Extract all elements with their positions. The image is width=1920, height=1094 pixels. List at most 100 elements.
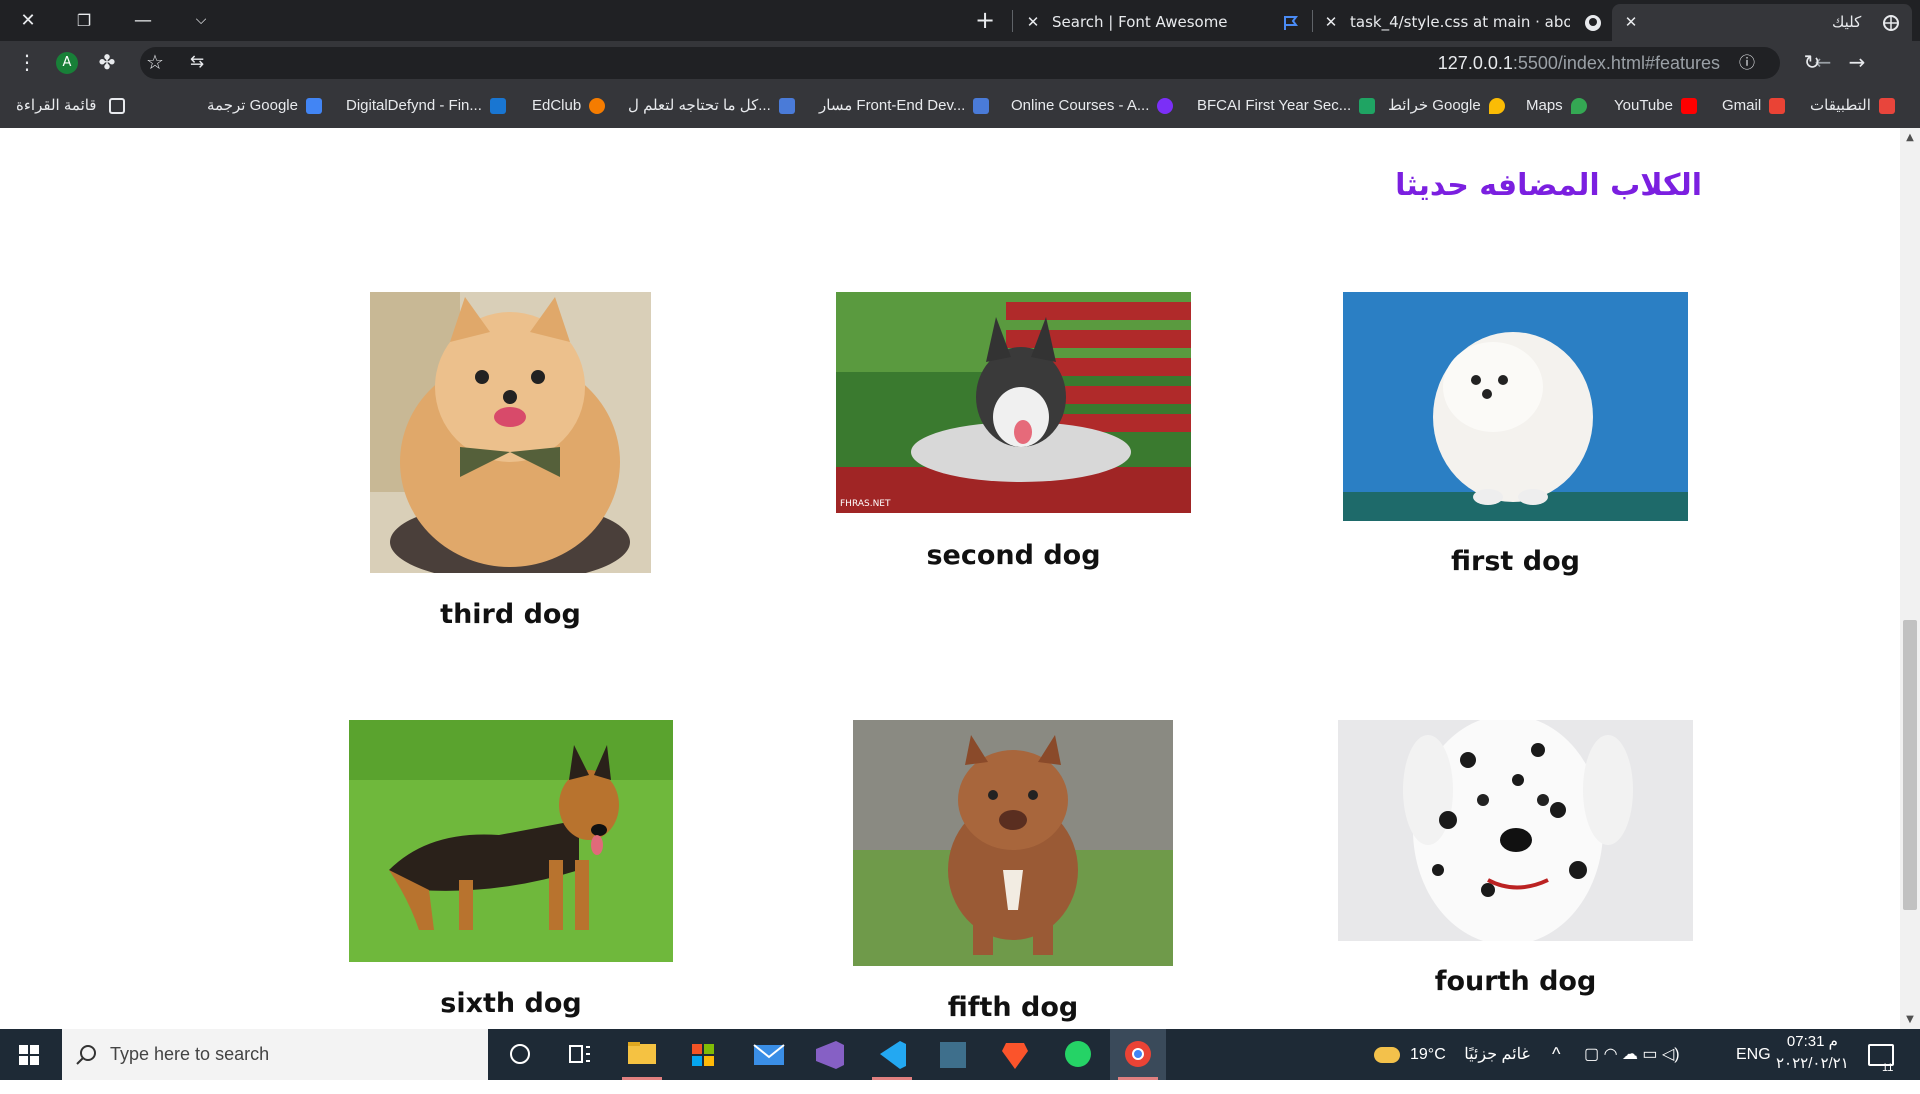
tab-font-awesome[interactable]: ✕ Search | Font Awesome xyxy=(1022,4,1306,41)
star-icon[interactable]: ☆ xyxy=(138,41,172,84)
file-explorer-app[interactable] xyxy=(614,1029,670,1080)
close-tab-icon[interactable]: ✕ xyxy=(1320,4,1342,41)
bookmark-label: BFCAI First Year Sec... xyxy=(1197,97,1352,114)
bookmark-label: Maps xyxy=(1526,97,1563,114)
weather-widget[interactable]: 19°C غائم جزئيًا xyxy=(1374,1029,1530,1080)
tab-title: Search | Font Awesome xyxy=(1052,13,1228,31)
maps-pin-icon xyxy=(1488,98,1505,115)
microsoft-store-app[interactable] xyxy=(676,1029,732,1080)
youtube-icon xyxy=(1680,98,1697,115)
maps-pin-icon xyxy=(1570,98,1587,115)
chrome-app[interactable] xyxy=(1110,1029,1166,1080)
bookmark-digitaldefynd[interactable]: DigitalDefynd - Fin... xyxy=(346,84,506,128)
visual-studio-app[interactable] xyxy=(802,1029,858,1080)
extensions-icon[interactable]: ✤ xyxy=(90,41,124,84)
first-dog-image xyxy=(1343,292,1688,521)
weather-text: غائم جزئيًا xyxy=(1464,1046,1530,1063)
database-app[interactable] xyxy=(926,1029,982,1080)
e-icon xyxy=(778,98,795,115)
bookmark-gmail[interactable]: Gmail xyxy=(1722,84,1786,128)
url-path: :5500/index.html#features xyxy=(1512,53,1720,73)
windows-icon xyxy=(19,1045,39,1065)
bookmark-label: Gmail xyxy=(1722,97,1762,114)
reload-icon[interactable]: ↻ xyxy=(1795,41,1829,84)
reading-list-label: قائمة القراءة xyxy=(16,97,97,114)
bookmark-maps[interactable]: Maps xyxy=(1526,84,1587,128)
weather-icon xyxy=(1374,1046,1400,1063)
bookmark-label: ترجمة Google xyxy=(207,97,298,114)
e-icon xyxy=(973,98,990,115)
fifth-dog-caption: fifth dog xyxy=(947,992,1079,1023)
tab-title: task_4/style.css at main · abo7ad xyxy=(1350,13,1570,31)
scroll-up-arrow[interactable]: ▲ xyxy=(1900,130,1920,146)
restore-icon[interactable]: ❐ xyxy=(66,0,102,41)
forward-icon[interactable]: → xyxy=(1840,41,1874,84)
minimize-icon[interactable]: — xyxy=(125,0,161,41)
whatsapp-app[interactable] xyxy=(1050,1029,1106,1080)
scrollbar-thumb[interactable] xyxy=(1903,620,1917,910)
bookmark-learn[interactable]: كل ما تحتاجه لتعلم ل... xyxy=(628,84,795,128)
scroll-down-arrow[interactable]: ▼ xyxy=(1900,1012,1920,1028)
share-icon[interactable]: ⇆ xyxy=(180,41,214,84)
address-bar[interactable]: ☆ ⇆ 127.0.0.1:5500/index.html#features ⓘ xyxy=(140,47,1780,79)
mail-app[interactable] xyxy=(742,1029,798,1080)
bookmark-translate[interactable]: ترجمة Google xyxy=(207,84,322,128)
apps-grid-icon xyxy=(1878,98,1895,115)
brave-app[interactable] xyxy=(988,1029,1044,1080)
edclub-icon xyxy=(589,98,606,115)
bookmark-online-courses[interactable]: Online Courses - A... xyxy=(1011,84,1174,128)
bookmark-edclub[interactable]: EdClub xyxy=(532,84,606,128)
task-view-button[interactable] xyxy=(552,1029,608,1080)
bookmark-label: YouTube xyxy=(1614,97,1673,114)
clock-time: 07:31 م xyxy=(1786,1033,1838,1050)
notification-count: 11 xyxy=(1882,1062,1894,1074)
second-dog-image: FHRAS.NET xyxy=(836,292,1191,513)
close-window-icon[interactable]: ✕ xyxy=(10,0,46,41)
gmail-icon xyxy=(1769,98,1786,115)
bookmark-bfcai[interactable]: BFCAI First Year Sec... xyxy=(1197,84,1376,128)
clock-date: ٢٠٢٢/٠٢/٢١ xyxy=(1776,1055,1849,1072)
udemy-icon xyxy=(1157,98,1174,115)
bookmark-label: التطبيقات xyxy=(1810,97,1871,114)
close-tab-icon[interactable]: ✕ xyxy=(1620,4,1642,41)
dd-icon xyxy=(489,98,506,115)
search-placeholder: Type here to search xyxy=(110,1044,270,1064)
vscode-app[interactable] xyxy=(864,1029,920,1080)
menu-icon[interactable]: ⋮ xyxy=(10,41,44,84)
bookmark-frontend[interactable]: مسار Front-End Dev... xyxy=(819,84,990,128)
second-dog-caption: second dog xyxy=(926,540,1101,571)
third-dog-image xyxy=(370,292,651,573)
bookmark-label: مسار Front-End Dev... xyxy=(819,97,966,114)
fourth-dog-image xyxy=(1338,720,1693,941)
close-tab-icon[interactable]: ✕ xyxy=(1022,4,1044,41)
reading-list-button[interactable]: قائمة القراءة xyxy=(16,84,125,128)
bookmark-label: EdClub xyxy=(532,97,582,114)
weather-temp: 19°C xyxy=(1410,1046,1446,1063)
start-button[interactable] xyxy=(0,1029,58,1080)
tab-github[interactable]: ✕ task_4/style.css at main · abo7ad xyxy=(1320,4,1608,41)
clock[interactable]: 07:31 م ٢٠٢٢/٠٢/٢١ xyxy=(1776,1031,1849,1082)
bookmark-google-maps-ar[interactable]: خرائط Google xyxy=(1388,84,1505,128)
bookmark-apps[interactable]: التطبيقات xyxy=(1810,84,1895,128)
site-info-icon[interactable]: ⓘ xyxy=(1730,41,1764,84)
url-host: 127.0.0.1 xyxy=(1437,53,1513,73)
sixth-dog-image xyxy=(349,720,673,962)
tray-icons[interactable]: ▢ ◠ ☁ ▭ ◁) xyxy=(1584,1029,1680,1080)
language-indicator[interactable]: ENG xyxy=(1736,1029,1771,1080)
section-heading: الكلاب المضافه حديثا xyxy=(1395,168,1702,203)
cortana-button[interactable] xyxy=(492,1029,548,1080)
translate-icon xyxy=(305,98,322,115)
bookmark-label: خرائط Google xyxy=(1388,97,1481,114)
notifications-button[interactable]: 11 xyxy=(1868,1029,1894,1080)
url-text[interactable]: 127.0.0.1:5500/index.html#features xyxy=(1438,47,1720,79)
tab-search-icon[interactable]: ⌵ xyxy=(183,0,219,41)
new-tab-button[interactable]: + xyxy=(968,0,1002,41)
taskbar-search-box[interactable]: Type here to search xyxy=(62,1029,488,1080)
svg-text:FHRAS.NET: FHRAS.NET xyxy=(840,499,891,509)
github-icon xyxy=(1585,15,1601,31)
bookmark-youtube[interactable]: YouTube xyxy=(1614,84,1697,128)
tab-active[interactable]: ✕ كليك xyxy=(1612,4,1912,41)
drive-icon xyxy=(1359,98,1376,115)
tray-chevron-icon[interactable]: ^ xyxy=(1552,1029,1560,1080)
profile-avatar[interactable]: A xyxy=(56,52,78,74)
